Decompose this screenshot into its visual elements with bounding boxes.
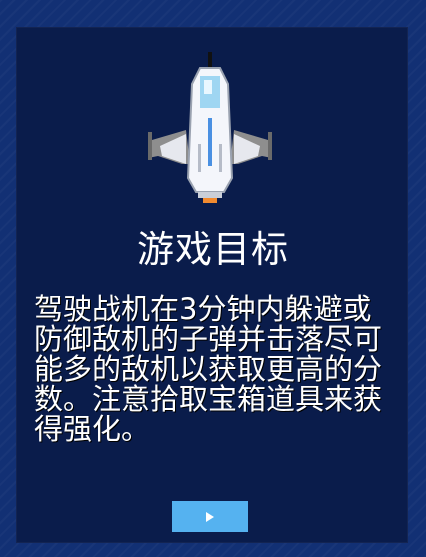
fighter-jet-icon: [148, 52, 272, 203]
page-title: 游戏目标: [137, 228, 289, 271]
game-screen: 游戏目标 驾驶战机在3分钟内躲避或防御敌机的子弹并击落尽可能多的敌机以获取更高的…: [0, 0, 426, 557]
start-button[interactable]: [172, 501, 248, 532]
play-icon: [206, 511, 214, 522]
goal-description: 驾驶战机在3分钟内躲避或防御敌机的子弹并击落尽可能多的敌机以获取更高的分数。注意…: [34, 292, 383, 446]
